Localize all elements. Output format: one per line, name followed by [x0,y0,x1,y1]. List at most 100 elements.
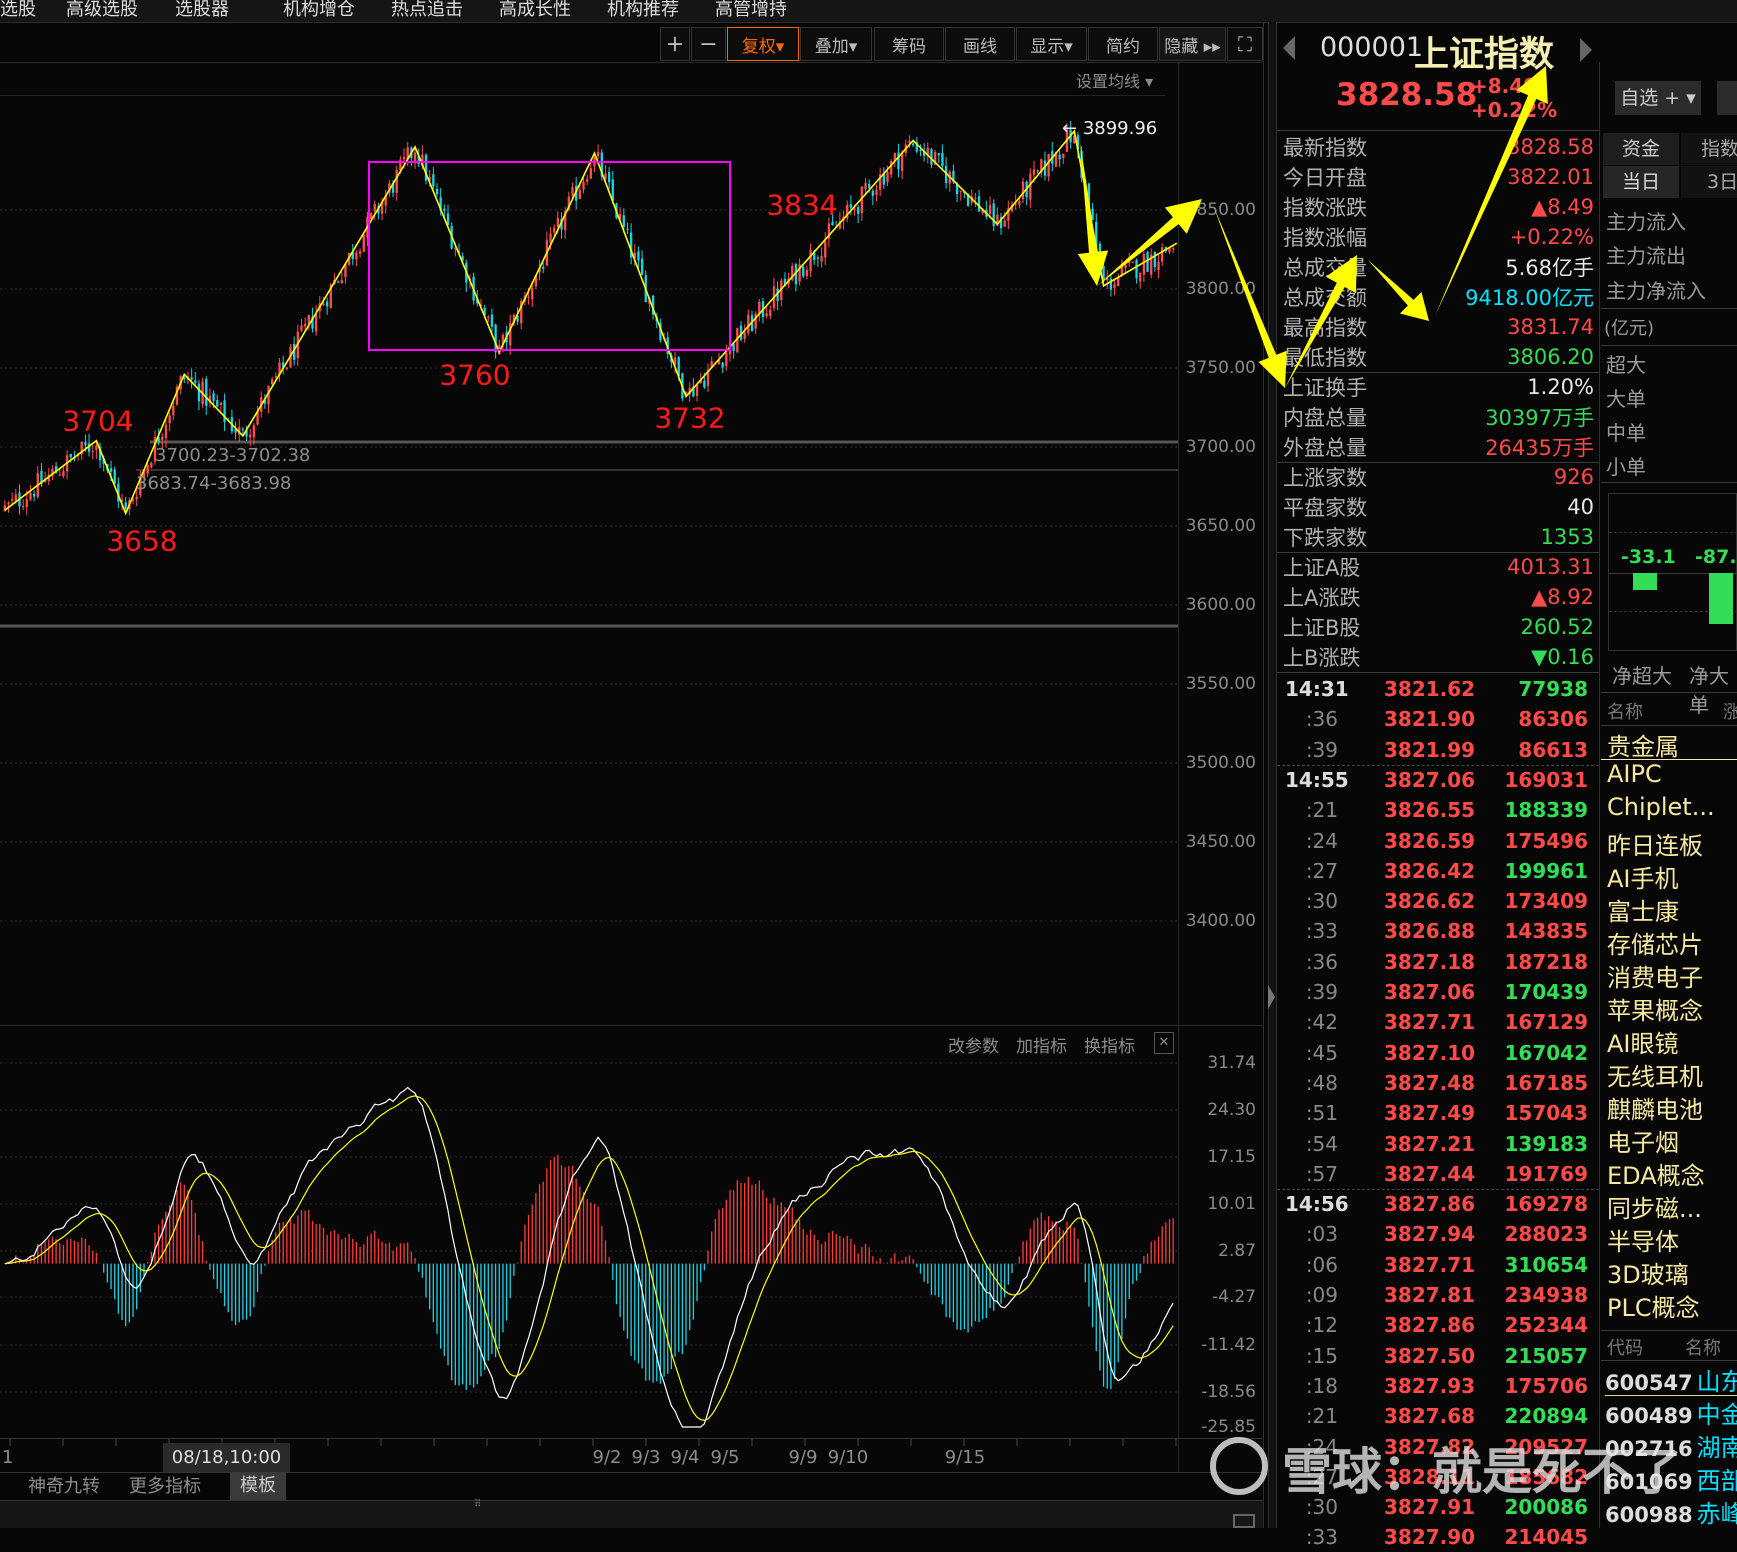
candle-body [1029,173,1032,200]
sector-item[interactable]: 麒麟电池 [1607,1090,1737,1125]
tick-row: :21 3826.55 188339 [1283,795,1588,825]
restore-icon[interactable] [1233,1514,1255,1528]
stock-row[interactable]: 600489中金黄 [1605,1395,1737,1428]
sector-item[interactable]: 3D玻璃 [1607,1255,1737,1290]
label-3732: 3732 [654,401,726,435]
candle-body [190,377,193,380]
tab-fund[interactable]: 资金 [1603,133,1679,165]
sector-item[interactable]: 无线耳机 [1607,1057,1737,1092]
next-symbol-icon[interactable] [1580,38,1592,62]
quote-row: 最新指数 3828.58 [1283,132,1594,162]
stock-row[interactable]: 600547山东黄 [1605,1362,1737,1395]
quote-label: 上涨家数 [1283,466,1367,490]
sector-item[interactable]: EDA概念 [1607,1156,1737,1191]
close-indicator-icon[interactable]: ✕ [1154,1032,1174,1054]
sector-header-name[interactable]: 名称 [1607,698,1643,724]
candle-body [135,496,138,500]
tick-price: 3827.81 [1384,1283,1476,1307]
candle-body [25,499,28,507]
prev-symbol-icon[interactable] [1283,36,1295,60]
sector-item[interactable]: 半导体 [1607,1222,1737,1257]
tick-row: :36 3827.18 187218 [1283,947,1588,977]
quote-value: 260.52 [1520,615,1594,639]
tick-volume: 310654 [1504,1252,1589,1277]
candle-body [1106,278,1109,281]
sector-header-change[interactable]: 涨 [1723,698,1737,724]
candle-body [1131,261,1135,263]
add-indicator-button[interactable]: 加指标 [1016,1032,1067,1057]
period-3day[interactable]: 3日 [1681,166,1737,198]
range-box [368,161,731,351]
quote-label: 内盘总量 [1283,406,1367,430]
tick-volume: 173409 [1504,889,1589,914]
sector-item[interactable]: 贵金属 [1607,727,1737,762]
date-label: 9/3 [631,1447,661,1468]
kline-chart[interactable] [0,0,1263,1528]
edit-params-button[interactable]: 改参数 [948,1032,999,1057]
collapse-handle-icon[interactable] [1268,985,1275,1009]
tick-price: 3827.86 [1384,1313,1476,1338]
sector-item[interactable]: 同步磁... [1607,1189,1737,1224]
period-today[interactable]: 当日 [1603,166,1679,198]
sector-item[interactable]: AIPC [1607,760,1737,788]
tab-template[interactable]: 模板 [230,1472,286,1500]
candle-body [223,400,226,423]
candle-body [205,379,208,406]
candle-body [219,402,223,405]
sector-item[interactable]: 电子烟 [1607,1123,1737,1158]
candle-body [161,436,164,440]
tick-time: :33 [1305,1525,1338,1550]
tick-price: 3827.71 [1384,1252,1476,1277]
stock-header-code[interactable]: 代码 [1607,1334,1643,1360]
candle-body [1113,284,1116,288]
candle-body [124,502,127,509]
switch-indicator-button[interactable]: 换指标 [1084,1032,1135,1057]
net-large-bar [1709,573,1733,624]
divider [1601,308,1737,309]
sector-item[interactable]: 存储芯片 [1607,925,1737,960]
tick-row: 14:55 3827.06 169031 [1283,765,1588,795]
candle-body [1047,154,1050,177]
tick-volume: 188339 [1504,798,1589,823]
high-value: 3899.96 [1082,118,1158,139]
candle-body [1146,252,1149,272]
price-tick-label: 3500.00 [1185,753,1256,773]
sector-item[interactable]: AI手机 [1607,859,1737,894]
tick-volume: 169278 [1504,1192,1589,1217]
panel-splitter[interactable] [1268,22,1277,1528]
macd-tick-label: 24.30 [1207,1100,1256,1120]
sector-item[interactable]: 昨日连板 [1607,826,1737,861]
quote-label: 指数涨幅 [1283,226,1367,250]
sector-item[interactable]: Chiplet... [1607,793,1737,821]
sector-item[interactable]: AI眼镜 [1607,1024,1737,1059]
price-tick-label: 3750.00 [1185,358,1256,378]
quote-label: 上证B股 [1283,616,1361,640]
sector-item[interactable]: 富士康 [1607,892,1737,927]
stock-name: 中金黄 [1696,1401,1737,1428]
sector-item[interactable]: 消费电子 [1607,958,1737,993]
stock-name: 西部黄 [1696,1467,1737,1494]
resize-grip-icon[interactable]: ⠿ [474,1499,481,1510]
quote-label: 平盘家数 [1283,496,1367,520]
label-3760: 3760 [439,358,511,392]
quote-row: 上证A股 4013.31 [1283,552,1594,582]
tick-time: :21 [1305,1404,1338,1429]
stock-header-name[interactable]: 名称 [1685,1334,1721,1360]
tick-row: :24 3826.59 175496 [1283,826,1588,856]
quote-value: 3828.58 [1507,135,1594,159]
sector-item[interactable]: 苹果概念 [1607,991,1737,1026]
candle-body [703,380,706,388]
candle-body [864,183,867,190]
sector-item[interactable]: PLC概念 [1607,1288,1737,1323]
tick-price: 3827.10 [1384,1040,1476,1065]
tick-volume: 170439 [1504,980,1589,1004]
selected-underline [1605,1395,1737,1396]
tab-more-indicators[interactable]: 更多指标 [129,1474,201,1500]
tab-magic-nine[interactable]: 神奇九转 [28,1474,100,1500]
candle-body [900,153,904,172]
candle-body [1157,261,1160,271]
candle-body [578,189,582,199]
more-button[interactable] [1717,81,1737,115]
add-watchlist-button[interactable]: 自选 + ▾ [1615,81,1701,115]
tab-index[interactable]: 指数 [1681,133,1737,165]
